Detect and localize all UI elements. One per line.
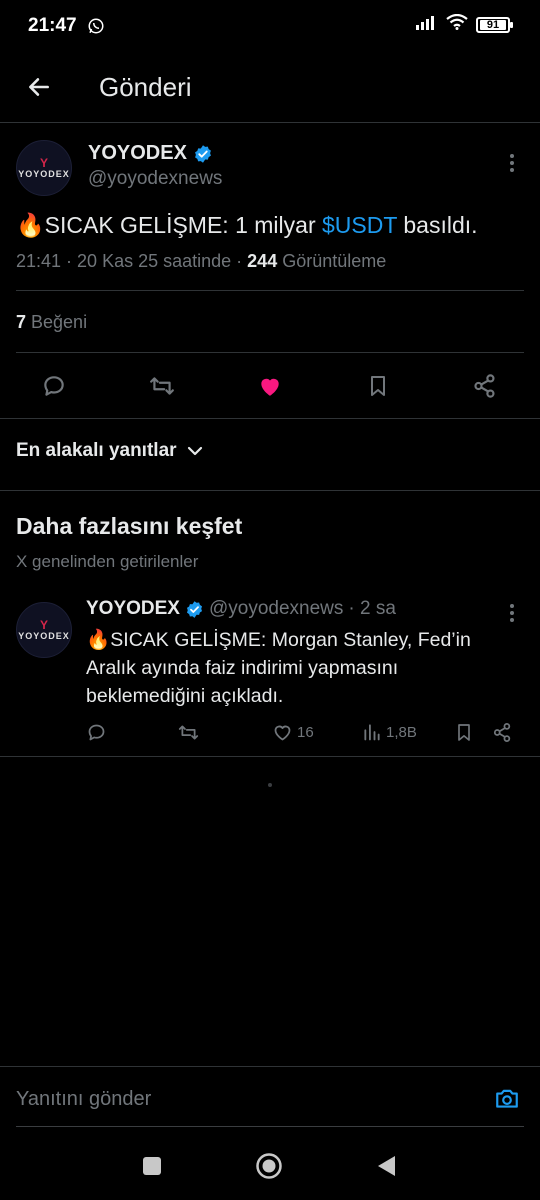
avatar-logo-text: YOYODEX	[18, 631, 70, 641]
recommended-handle: @yoyodexnews	[208, 598, 344, 619]
system-nav-bar	[0, 1130, 540, 1200]
share-icon	[493, 722, 511, 742]
post-views-count: 244	[247, 251, 278, 271]
post-time: 21:41	[16, 251, 62, 271]
likes-count: 7	[16, 312, 27, 332]
reply-composer	[0, 1070, 540, 1132]
reply-input-underline	[16, 1126, 524, 1127]
post-text: 🔥SICAK GELİŞME: 1 milyar $USDT basıldı.	[16, 210, 478, 240]
views-icon	[364, 724, 380, 741]
meta-divider	[16, 290, 524, 291]
verified-badge-icon	[186, 600, 203, 618]
post-text-suffix: basıldı.	[397, 212, 478, 238]
heart-icon	[274, 725, 291, 740]
bookmark-button[interactable]	[360, 368, 396, 404]
likes-label: Beğeni	[26, 312, 88, 332]
recommended-divider	[0, 756, 540, 757]
recommended-more-button[interactable]	[501, 602, 523, 624]
bookmark-icon	[458, 723, 470, 741]
heart-icon	[261, 378, 279, 396]
recommended-views-button[interactable]: 1,8B	[362, 720, 417, 744]
yoyodex-logo-icon: Y	[39, 618, 48, 632]
camera-button[interactable]	[492, 1084, 522, 1114]
post-text-prefix: SICAK GELİŞME: 1 milyar	[44, 212, 322, 238]
post-author-name[interactable]: YOYODEX	[88, 142, 213, 165]
page-title: Gönderi	[99, 72, 192, 102]
share-button[interactable]	[467, 368, 503, 404]
post-author-avatar[interactable]: Y YOYODEX	[16, 140, 72, 196]
header-divider	[0, 122, 540, 123]
reply-icon	[88, 724, 105, 740]
back-button[interactable]	[22, 70, 56, 104]
recents-button[interactable]	[138, 1152, 166, 1180]
recommended-like-button[interactable]: 16	[272, 720, 314, 744]
status-bar: 21:47 91	[0, 0, 540, 52]
more-vertical-icon	[510, 604, 514, 622]
loading-dot	[268, 783, 272, 787]
recommended-post-header[interactable]: YOYODEX @yoyodexnews · 2 sa	[86, 598, 396, 620]
more-vertical-icon	[510, 154, 514, 172]
replies-sort-dropdown[interactable]: En alakalı yanıtlar	[16, 440, 203, 462]
post-views-label: Görüntüleme	[277, 251, 387, 271]
cashtag-link[interactable]: $USDT	[322, 212, 397, 238]
reply-bar-top-divider	[0, 1066, 540, 1067]
replies-sort-label: En alakalı yanıtlar	[16, 440, 177, 461]
meta-separator: ·	[231, 251, 248, 271]
system-back-button[interactable]	[372, 1152, 400, 1180]
square-icon	[143, 1157, 161, 1175]
battery-icon: 91	[476, 16, 513, 33]
post-meta: 21:41 · 20 Kas 25 saatinde · 244 Görüntü…	[16, 251, 386, 272]
verified-badge-icon	[195, 144, 211, 163]
recommended-author-avatar[interactable]: Y YOYODEX	[16, 602, 72, 658]
retweet-icon	[178, 725, 199, 739]
yoyodex-logo-icon: Y	[39, 156, 48, 170]
explore-title: Daha fazlasını keşfet	[16, 513, 243, 539]
signal-icon	[416, 14, 438, 35]
bookmark-icon	[371, 376, 385, 396]
recommended-time-ago: · 2 sa	[348, 598, 396, 619]
like-button[interactable]	[252, 368, 288, 404]
recommended-like-count: 16	[297, 723, 314, 741]
meta-separator: ·	[61, 251, 78, 271]
retweet-icon	[150, 377, 174, 395]
likes-divider	[16, 352, 524, 353]
recommended-view-count: 1,8B	[386, 723, 417, 741]
top-app-bar: Gönderi	[0, 58, 540, 118]
retweet-button[interactable]	[144, 368, 180, 404]
whatsapp-icon	[87, 17, 105, 35]
reply-button[interactable]	[36, 368, 72, 404]
status-icons: 91	[416, 13, 513, 35]
reply-icon	[44, 376, 64, 396]
chevron-down-icon	[187, 446, 202, 456]
camera-icon	[496, 1089, 518, 1108]
circle-icon	[256, 1153, 282, 1179]
actions-divider	[0, 418, 540, 419]
fire-emoji: 🔥	[16, 212, 45, 238]
recommended-display-name: YOYODEX	[86, 598, 180, 619]
arrow-left-icon	[29, 78, 49, 96]
post-author-handle[interactable]: @yoyodexnews	[88, 168, 222, 190]
share-icon	[474, 374, 495, 398]
recommended-share-button[interactable]	[492, 720, 513, 744]
post-display-name: YOYODEX	[88, 142, 187, 164]
reply-input[interactable]	[16, 1088, 476, 1111]
recommended-retweet-button[interactable]	[177, 720, 200, 744]
explore-subtitle: X genelinden getirilenler	[16, 552, 199, 571]
triangle-back-icon	[378, 1156, 395, 1176]
post-more-button[interactable]	[501, 152, 523, 174]
battery-level: 91	[480, 19, 506, 30]
wifi-icon	[446, 13, 468, 35]
recommended-bookmark-button[interactable]	[454, 720, 474, 744]
recommended-reply-button[interactable]	[86, 720, 107, 744]
home-button[interactable]	[255, 1152, 283, 1180]
replies-divider	[0, 490, 540, 491]
recommended-post-text[interactable]: 🔥SICAK GELİŞME: Morgan Stanley, Fed’in A…	[86, 626, 506, 710]
avatar-logo-text: YOYODEX	[18, 169, 70, 179]
post-date: 20 Kas 25 saatinde	[77, 251, 232, 271]
likes-summary[interactable]: 7 Beğeni	[16, 312, 87, 333]
status-time: 21:47	[28, 15, 77, 36]
